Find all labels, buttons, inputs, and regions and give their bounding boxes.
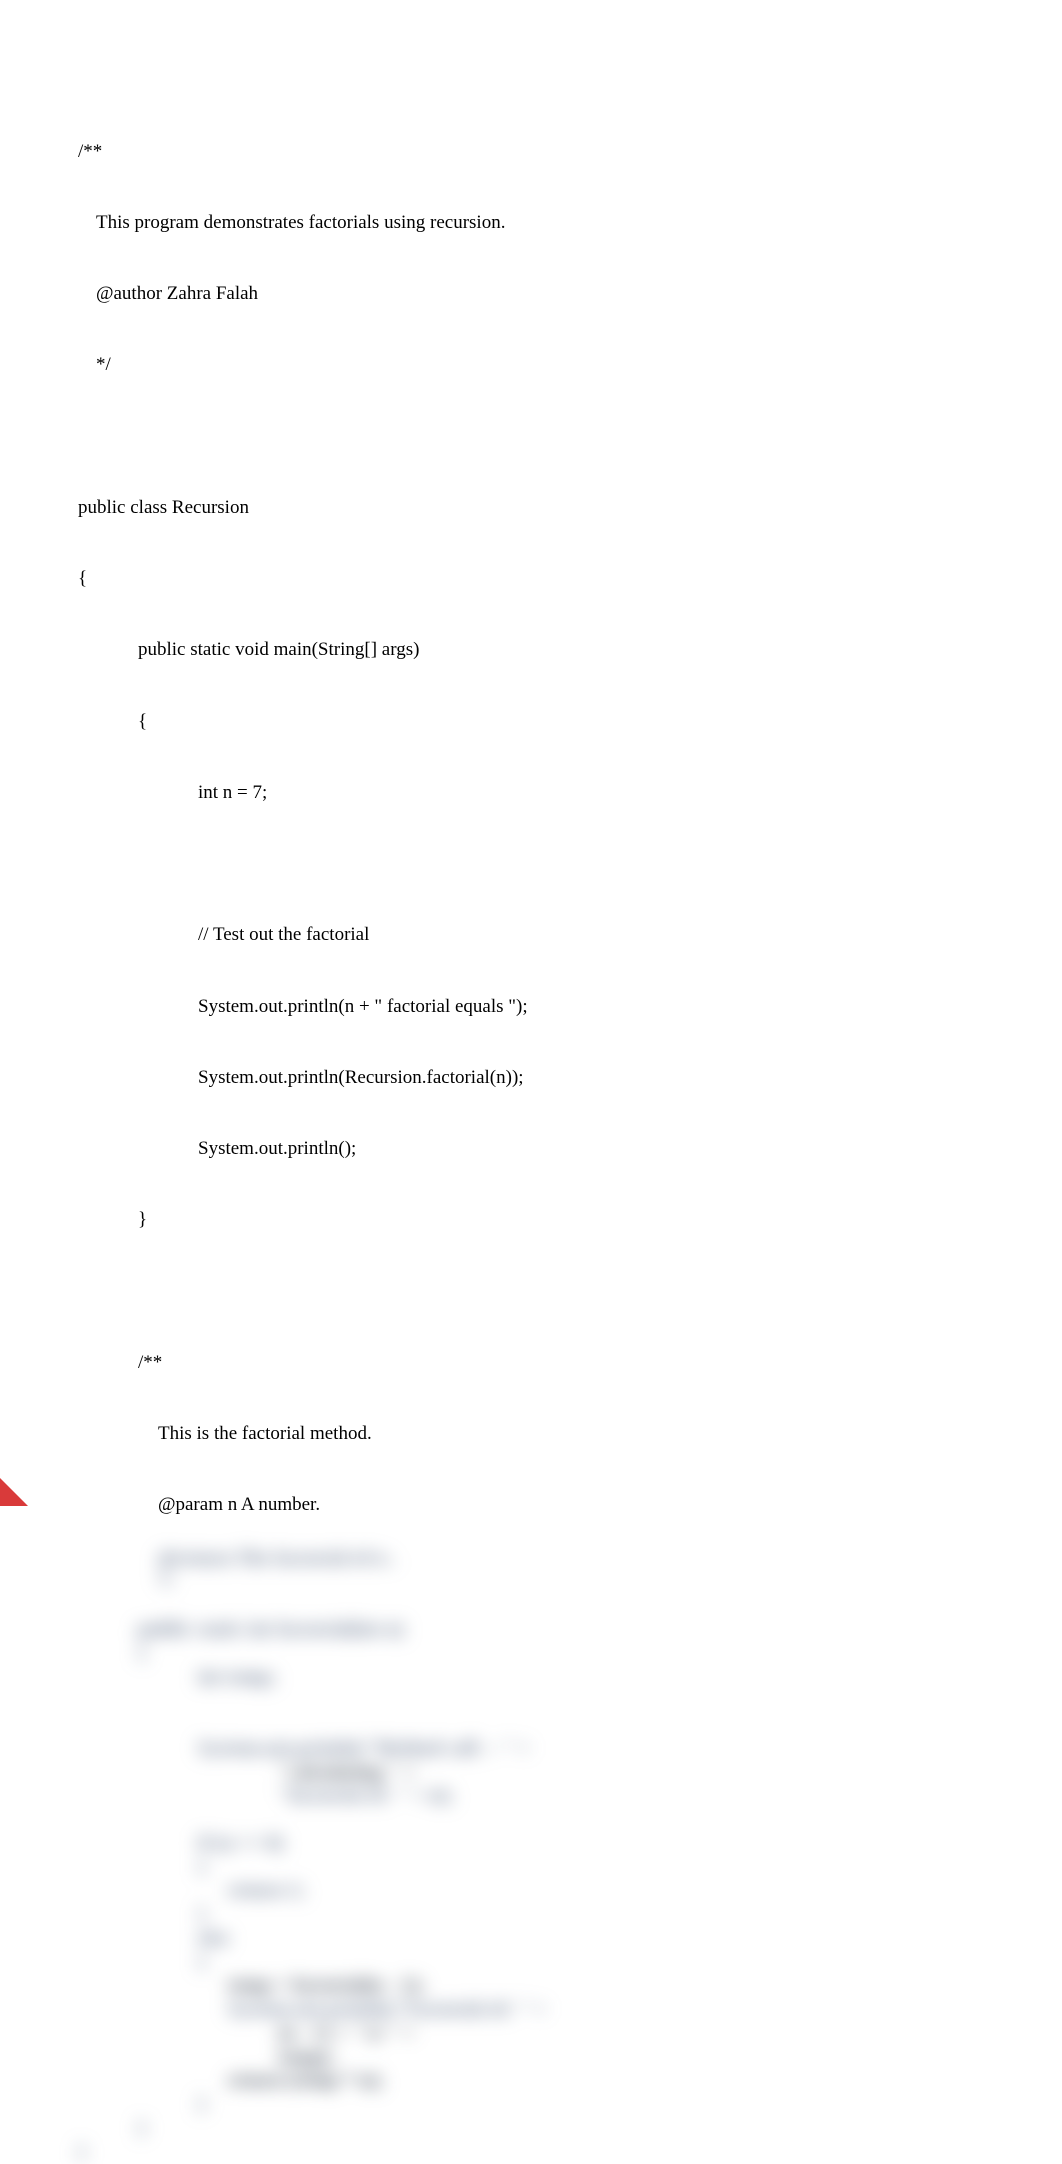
obscured-line: System.out.println("Method call -- " +	[78, 1737, 984, 1761]
obscured-line: int temp;	[78, 1666, 984, 1690]
obscured-line: {	[78, 1951, 984, 1975]
code-line: System.out.println();	[78, 1137, 984, 1161]
code-line: System.out.println(Recursion.factorial(n…	[78, 1066, 984, 1090]
obscured-line: (n - 1) + " is " +	[78, 2022, 984, 2046]
obscured-line: if (n == 0)	[78, 1832, 984, 1856]
code-line: @author Zahra Falah	[78, 282, 984, 306]
code-line: public class Recursion	[78, 496, 984, 520]
obscured-line: {	[78, 1642, 984, 1666]
code-line: public static void main(String[] args)	[78, 638, 984, 662]
obscured-code-region: @return The factorial of n . */ public s…	[78, 1547, 984, 2164]
obscured-line: {	[78, 1856, 984, 1880]
code-line: */	[78, 353, 984, 377]
code-line: @param n A number.	[78, 1493, 984, 1517]
obscured-line: }	[78, 2093, 984, 2117]
obscured-line: return 1;	[78, 1879, 984, 1903]
code-line: This is the factorial method.	[78, 1422, 984, 1446]
code-line: /**	[78, 1351, 984, 1375]
code-line: {	[78, 710, 984, 734]
obscured-line: else	[78, 1927, 984, 1951]
obscured-line: temp);	[78, 2046, 984, 2070]
obscured-line: System.out.println("Factorial of: " +	[78, 1998, 984, 2022]
code-line	[78, 1280, 984, 1304]
code-line: // Test out the factorial	[78, 923, 984, 947]
obscured-line: "calculating " +	[78, 1761, 984, 1785]
source-code: /** This program demonstrates factorials…	[78, 92, 984, 1541]
obscured-line: */	[78, 1571, 984, 1595]
obscured-line: }	[78, 2117, 984, 2141]
obscured-line: temp = factorial(n - 1);	[78, 1974, 984, 1998]
obscured-line: return (temp * n);	[78, 2069, 984, 2093]
code-line: /**	[78, 140, 984, 164]
code-line	[78, 852, 984, 876]
code-line	[78, 425, 984, 449]
obscured-line: @return The factorial of n .	[78, 1547, 984, 1571]
code-line: }	[78, 1208, 984, 1232]
obscured-line: }	[78, 2141, 984, 2164]
code-line: This program demonstrates factorials usi…	[78, 211, 984, 235]
code-line: System.out.println(n + " factorial equal…	[78, 995, 984, 1019]
obscured-line: public static int factorial(int n)	[78, 1618, 984, 1642]
obscured-line: }	[78, 1903, 984, 1927]
code-line: {	[78, 567, 984, 591]
page-fold-icon	[0, 1478, 28, 1506]
code-line: int n = 7;	[78, 781, 984, 805]
obscured-line: "factorial of: " + n);	[78, 1784, 984, 1808]
